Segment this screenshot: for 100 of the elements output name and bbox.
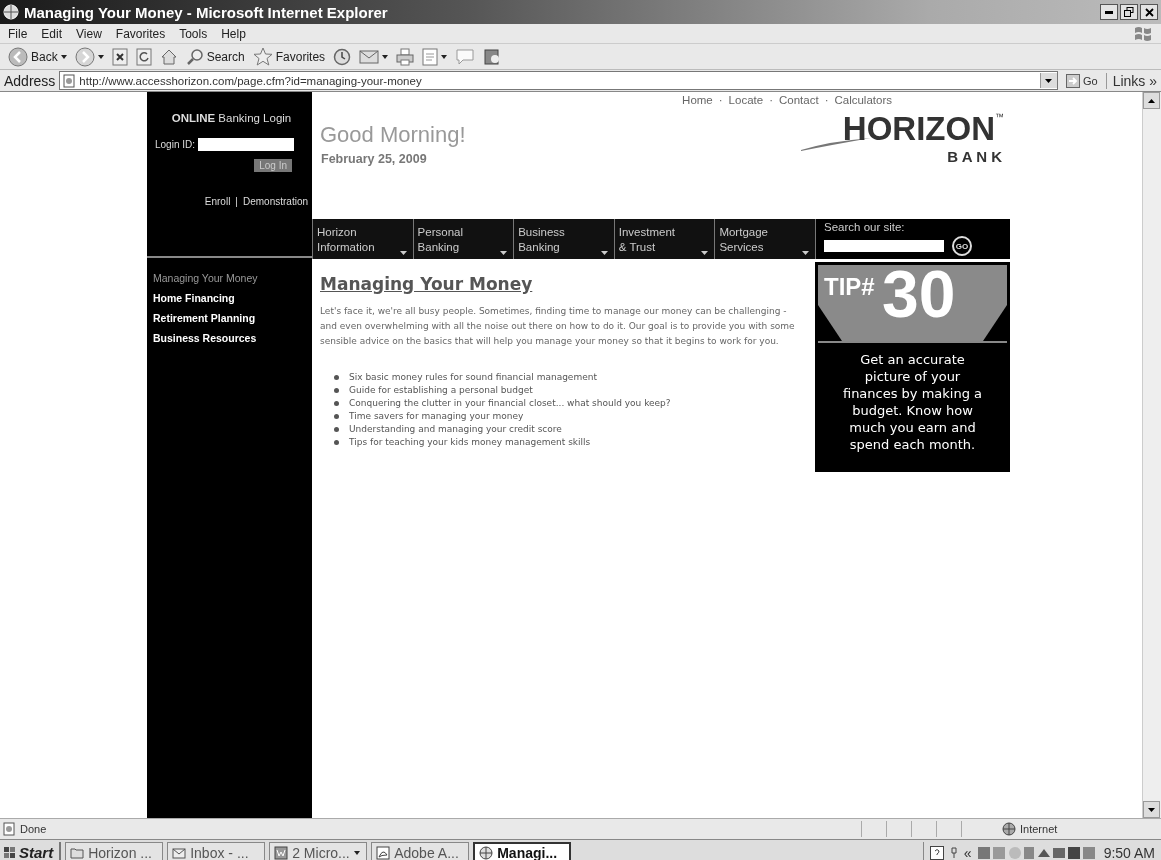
document-icon xyxy=(274,845,289,860)
taskbar-button[interactable]: Inbox - ... xyxy=(167,842,266,860)
globe-icon xyxy=(3,4,19,20)
nav-menu-tab[interactable]: Personal Banking xyxy=(412,219,514,259)
sidebar-link[interactable]: Retirement Planning xyxy=(153,312,312,324)
links-button[interactable]: Links » xyxy=(1105,72,1157,89)
nav-menu-tab[interactable]: Mortgage Services xyxy=(714,219,815,259)
menu-item[interactable]: Edit xyxy=(41,26,63,41)
star-icon xyxy=(252,47,273,66)
search-icon xyxy=(185,47,204,66)
menu-item[interactable]: Tools xyxy=(179,26,208,41)
enroll-link[interactable]: Enroll xyxy=(204,196,231,207)
article-link[interactable]: Tips for teaching your kids money management skills xyxy=(349,437,591,447)
menu-item[interactable]: View xyxy=(76,26,102,41)
login-title: ONLINE Banking Login xyxy=(171,112,292,124)
stop-icon xyxy=(111,47,128,66)
top-link[interactable]: Home xyxy=(682,94,713,106)
address-field[interactable]: http://www.accesshorizon.com/page.cfm?id=managing-your-money xyxy=(59,71,1058,90)
taskbar-button[interactable]: 2 Micro... xyxy=(269,842,368,860)
bullet-icon xyxy=(334,439,339,445)
link-separator: · xyxy=(769,94,773,106)
nav-menu-tab[interactable]: Horizon Information xyxy=(312,219,413,259)
print-button[interactable] xyxy=(394,47,417,66)
top-link[interactable]: Contact xyxy=(779,94,819,106)
clock-icon xyxy=(333,47,352,66)
article-link[interactable]: Conquering the clutter in your financial closet... what should you keep? xyxy=(349,398,671,408)
login-id-field[interactable] xyxy=(198,138,295,151)
document-icon xyxy=(422,47,439,66)
menu-item[interactable]: File xyxy=(8,26,28,41)
flag-logo-icon xyxy=(4,846,16,859)
article-link[interactable]: Understanding and managing your credit score xyxy=(349,424,562,434)
envelope-icon xyxy=(359,48,380,65)
go-button[interactable]: Go xyxy=(1061,73,1102,88)
menu-item[interactable]: Favorites xyxy=(115,26,166,41)
nav-menu-tab[interactable]: Investment & Trust xyxy=(613,219,715,259)
article-link[interactable]: Time savers for managing your money xyxy=(349,411,524,421)
stop-button[interactable] xyxy=(109,47,130,66)
globe-icon xyxy=(479,845,494,860)
caret-icon xyxy=(399,251,407,255)
scroll-down-button[interactable] xyxy=(1143,801,1160,818)
caret-icon xyxy=(500,251,508,255)
bullet-icon xyxy=(334,387,339,393)
mail-button[interactable] xyxy=(357,48,391,65)
go-button[interactable]: GO xyxy=(952,236,972,256)
favorites-button[interactable]: Favorites xyxy=(250,47,328,66)
search-button[interactable]: Search xyxy=(183,47,247,66)
demonstration-link[interactable]: Demonstration xyxy=(242,196,308,207)
greeting: Good Morning! xyxy=(320,122,467,148)
login-id-label: Login ID: xyxy=(155,139,196,150)
folder-icon xyxy=(70,846,85,859)
back-button[interactable]: Back xyxy=(6,46,69,67)
bank-logo[interactable]: HORIZON™ B A N K xyxy=(800,112,1004,165)
help-icon[interactable] xyxy=(929,845,944,860)
page-icon xyxy=(2,822,16,836)
show-hidden-icons-button[interactable]: « xyxy=(963,844,972,860)
forward-button[interactable] xyxy=(72,46,106,67)
scroll-up-button[interactable] xyxy=(1143,92,1160,109)
bullet-icon xyxy=(334,426,339,432)
top-link[interactable]: Calculators xyxy=(834,94,892,106)
taskbar-button[interactable]: Managi... xyxy=(473,842,572,860)
pin-icon[interactable] xyxy=(949,846,958,859)
taskbar-button[interactable]: Adobe A... xyxy=(371,842,470,860)
clock: 9:50 AM xyxy=(1103,844,1156,860)
article-link[interactable]: Guide for establishing a personal budget xyxy=(349,385,533,395)
link-separator: · xyxy=(718,94,723,106)
tip-text: Get an accurate picture of your finances by making a budget. Know how much you earn and spend each month. xyxy=(841,351,984,453)
restore-button[interactable] xyxy=(1120,4,1138,20)
link-separator: · xyxy=(824,94,829,106)
caret-icon xyxy=(801,251,809,255)
search-field[interactable] xyxy=(824,240,944,252)
taskbar-button[interactable]: Horizon ... xyxy=(65,842,164,860)
globe-icon xyxy=(1002,822,1016,836)
refresh-icon xyxy=(135,47,152,66)
sidebar-link[interactable]: Managing Your Money xyxy=(153,272,312,284)
menu-item[interactable]: Help xyxy=(221,26,246,41)
article-link[interactable]: Six basic money rules for sound financial management xyxy=(349,372,597,382)
start-button[interactable]: Start xyxy=(2,841,62,860)
minimize-button[interactable] xyxy=(1100,4,1118,20)
down-arrow-icon xyxy=(1148,807,1155,812)
bullet-icon xyxy=(334,374,339,380)
document-icon xyxy=(376,845,391,860)
flag-logo-icon xyxy=(1133,24,1153,43)
minimize-icon xyxy=(1105,10,1113,14)
book-icon xyxy=(483,47,502,66)
search-label: Search our site: xyxy=(824,221,906,233)
dropdown-arrow-icon xyxy=(1045,78,1053,83)
refresh-button[interactable] xyxy=(133,47,154,66)
link-separator: | xyxy=(235,196,238,207)
sidebar-link[interactable]: Home Financing xyxy=(153,292,312,304)
page-heading: Managing Your Money xyxy=(320,274,534,294)
restore-icon xyxy=(1124,7,1134,17)
zone-text: Internet xyxy=(1020,823,1058,835)
sidebar-link[interactable]: Business Resources xyxy=(153,332,312,344)
scrollbar[interactable] xyxy=(1142,92,1161,818)
tip-label: TIP# xyxy=(824,273,875,301)
close-button[interactable] xyxy=(1140,4,1158,20)
top-link[interactable]: Locate xyxy=(728,94,764,106)
edit-button[interactable] xyxy=(420,47,450,66)
nav-menu-tab[interactable]: Business Banking xyxy=(513,219,614,259)
date-text: February 25, 2009 xyxy=(321,152,428,166)
